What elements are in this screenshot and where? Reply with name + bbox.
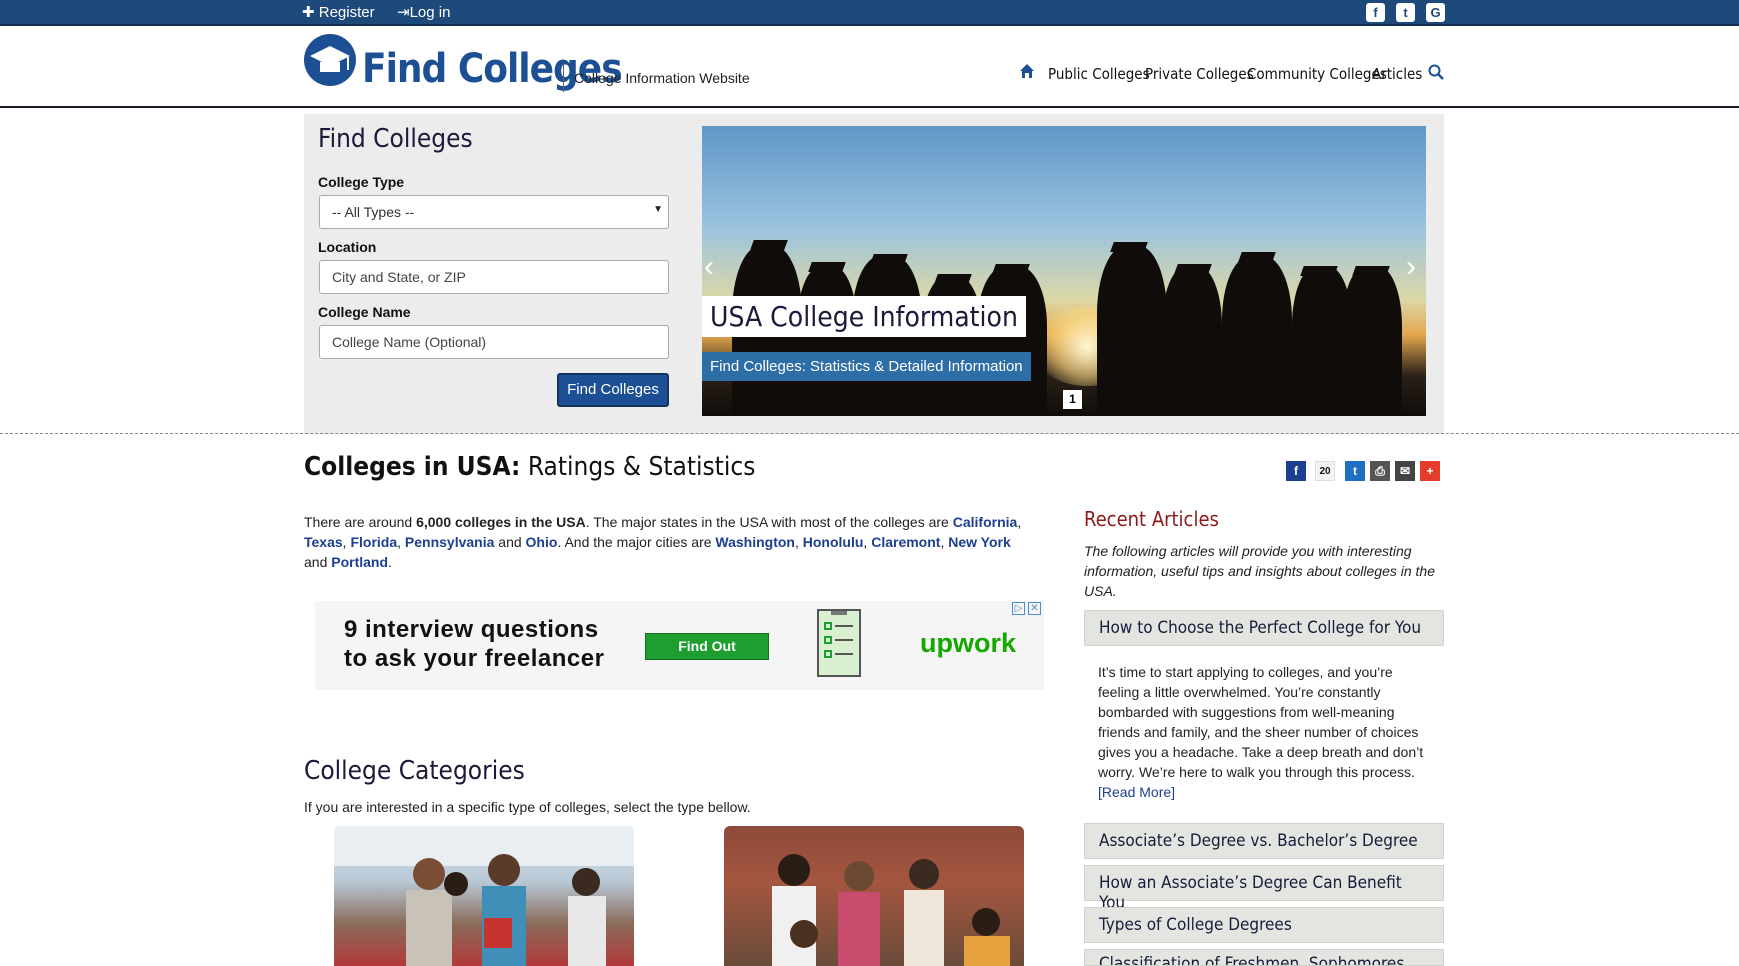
article-link-2[interactable]: Associate’s Degree vs. Bachelor’s Degree <box>1084 823 1444 859</box>
google-plus-icon[interactable]: G <box>1426 3 1445 22</box>
link-new-york[interactable]: New York <box>948 534 1011 550</box>
link-pennsylvania[interactable]: Pennsylvania <box>405 534 495 550</box>
logo-divider <box>563 64 564 92</box>
home-icon[interactable] <box>1019 63 1035 79</box>
page-title: Colleges in USA: Ratings & Statistics <box>304 452 755 482</box>
slider-prev-arrow-icon[interactable]: ‹ <box>704 250 714 284</box>
ad-find-out-button[interactable]: Find Out <box>645 633 769 660</box>
login-link[interactable]: ⇥Log in <box>397 3 450 21</box>
graduation-cap-logo-icon[interactable] <box>304 34 356 86</box>
top-bar: ✚ Register ⇥Log in f t G <box>0 0 1739 26</box>
article-link-5[interactable]: Classification of Freshmen, Sophomores, … <box>1084 949 1444 966</box>
chevron-down-icon: ▼ <box>653 204 663 215</box>
search-form-title: Find Colleges <box>318 124 473 154</box>
article-excerpt-text: It’s time to start applying to colleges,… <box>1098 664 1424 780</box>
intro-text: . The major states in the USA with most … <box>585 514 953 530</box>
page-title-rest: Ratings & Statistics <box>520 452 756 482</box>
share-facebook-icon[interactable]: f <box>1286 461 1306 481</box>
recent-articles-description: The following articles will provide you … <box>1084 543 1435 599</box>
nav-private-colleges[interactable]: Private Colleges <box>1145 65 1254 83</box>
sep: and <box>304 554 332 570</box>
ad-close-icon[interactable]: ✕ <box>1028 602 1041 615</box>
nav-articles[interactable]: Articles <box>1372 65 1422 83</box>
article-link-1[interactable]: How to Choose the Perfect College for Yo… <box>1084 610 1444 646</box>
link-claremont[interactable]: Claremont <box>871 534 940 550</box>
share-twitter-icon[interactable]: t <box>1345 461 1365 481</box>
advertisement-banner[interactable]: 9 interview questions to ask your freela… <box>315 601 1044 690</box>
login-label: Log in <box>409 4 451 21</box>
slider-next-arrow-icon[interactable]: › <box>1406 250 1416 284</box>
site-tagline: College Information Website <box>574 70 750 86</box>
twitter-icon[interactable]: t <box>1396 3 1415 22</box>
link-honolulu[interactable]: Honolulu <box>803 534 864 550</box>
sep: . <box>388 554 392 570</box>
upwork-logo: upwork <box>920 628 1017 658</box>
share-more-icon[interactable]: + <box>1420 461 1440 481</box>
intro-text: There are around <box>304 514 417 530</box>
nav-community-colleges[interactable]: Community Colleges <box>1247 65 1387 83</box>
page-title-bold: Colleges in USA: <box>304 452 521 482</box>
slide-subtitle: Find Colleges: Statistics & Detailed Inf… <box>702 352 1031 381</box>
link-washington[interactable]: Washington <box>715 534 795 550</box>
recent-articles-title: Recent Articles <box>1084 507 1219 531</box>
category-image-students-brick-wall[interactable] <box>724 826 1024 966</box>
college-name-label: College Name <box>318 304 411 320</box>
slide-title: USA College Information <box>702 296 1026 337</box>
facebook-icon[interactable]: f <box>1366 3 1385 22</box>
find-colleges-button[interactable]: Find Colleges <box>557 373 669 407</box>
hero-slider[interactable]: ‹ › USA College Information Find College… <box>702 126 1426 416</box>
register-label: Register <box>318 4 375 21</box>
sep: , <box>1017 514 1022 530</box>
sep: , <box>397 534 405 550</box>
categories-title: College Categories <box>304 756 525 786</box>
intro-count: 6,000 colleges in the USA <box>416 514 586 530</box>
share-count: 20 <box>1315 461 1335 481</box>
location-input[interactable]: City and State, or ZIP <box>319 260 669 294</box>
college-type-label: College Type <box>318 174 405 190</box>
link-texas[interactable]: Texas <box>304 534 343 550</box>
read-more-link[interactable]: [Read More] <box>1098 784 1175 800</box>
college-type-value: -- All Types -- <box>332 204 415 220</box>
register-link[interactable]: ✚ Register <box>302 3 375 21</box>
categories-subtitle: If you are interested in a specific type… <box>304 799 751 815</box>
search-icon[interactable] <box>1428 64 1444 80</box>
link-florida[interactable]: Florida <box>350 534 397 550</box>
clipboard-checklist-icon <box>817 609 861 677</box>
site-header: Find Colleges College Information Websit… <box>0 28 1739 108</box>
ad-line-2: to ask your freelancer <box>344 645 605 672</box>
category-image-students-hallway[interactable] <box>334 826 634 966</box>
intro-text: . And the major cities are <box>557 534 716 550</box>
location-label: Location <box>318 239 377 255</box>
link-ohio[interactable]: Ohio <box>526 534 558 550</box>
sep: , <box>794 534 803 550</box>
article-excerpt: It’s time to start applying to colleges,… <box>1084 648 1444 818</box>
link-california[interactable]: California <box>953 514 1018 530</box>
link-portland[interactable]: Portland <box>331 554 388 570</box>
intro-paragraph: There are around 6,000 colleges in the U… <box>304 512 1034 572</box>
ad-headline: 9 interview questions to ask your freela… <box>344 615 604 673</box>
college-type-select[interactable]: -- All Types -- ▼ <box>319 195 669 229</box>
section-divider <box>0 433 1739 434</box>
location-placeholder: City and State, or ZIP <box>332 269 466 285</box>
college-name-placeholder: College Name (Optional) <box>332 334 487 350</box>
slide-pager-1[interactable]: 1 <box>1063 390 1082 409</box>
college-name-input[interactable]: College Name (Optional) <box>319 325 669 359</box>
article-link-3[interactable]: How an Associate’s Degree Can Benefit Yo… <box>1084 865 1444 913</box>
sep: and <box>494 534 526 550</box>
article-link-4[interactable]: Types of College Degrees <box>1084 907 1444 943</box>
ad-line-1: 9 interview questions <box>344 616 599 643</box>
email-icon[interactable]: ✉ <box>1395 461 1415 481</box>
nav-public-colleges[interactable]: Public Colleges <box>1048 65 1150 83</box>
print-icon[interactable]: ⎙ <box>1370 461 1390 481</box>
ad-choices-icon[interactable]: ▷ <box>1012 602 1025 615</box>
